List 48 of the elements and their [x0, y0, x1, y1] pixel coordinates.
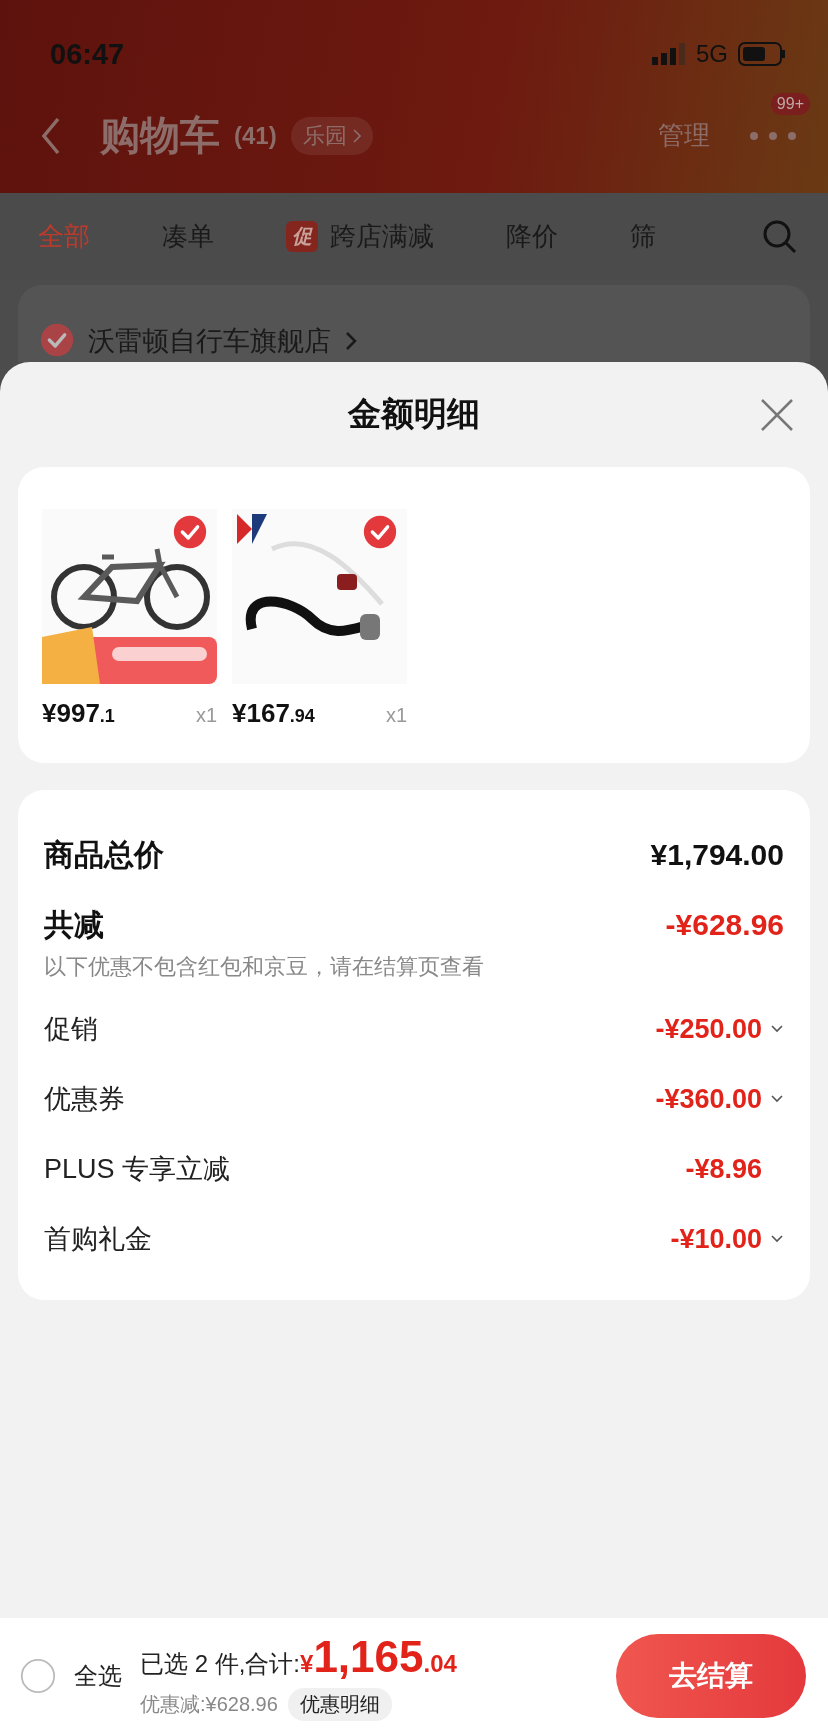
discount-detail-button[interactable]: 优惠明细: [287, 1687, 392, 1721]
checkbox[interactable]: [173, 515, 207, 549]
item-quantity: x1: [195, 704, 217, 727]
item-price: ¥167.94: [232, 698, 315, 729]
paradise-link[interactable]: 乐园: [290, 116, 373, 155]
promo-badge: 促: [286, 221, 318, 252]
discount-item-amount: -¥8.96: [685, 1153, 762, 1185]
total-amount: ¥1,794.00: [650, 838, 784, 872]
item-price: ¥997.1: [42, 698, 115, 729]
discount-amount: -¥628.96: [665, 908, 784, 942]
store-name[interactable]: 沃雷顿自行车旗舰店: [88, 323, 331, 359]
chevron-right-icon[interactable]: [345, 331, 357, 351]
manage-button[interactable]: 管理: [658, 118, 710, 153]
back-icon[interactable]: [40, 115, 62, 156]
discount-item-label: PLUS 专享立减: [44, 1153, 231, 1186]
page-title: 购物车: [100, 112, 220, 159]
checkbox[interactable]: [20, 1658, 56, 1694]
chevron-down-icon[interactable]: [770, 1094, 784, 1104]
select-all-label[interactable]: 全选: [74, 1660, 122, 1692]
chevron-down-icon[interactable]: [770, 1234, 784, 1244]
discount-note: 以下优惠不包含红包和京豆，请在结算页查看: [44, 953, 485, 981]
discount-item-amount: -¥10.00: [670, 1223, 762, 1255]
notification-badge: 99+: [770, 92, 810, 115]
discount-item-label: 优惠券: [44, 1083, 125, 1116]
total-label: 商品总价: [44, 836, 164, 873]
search-icon[interactable]: [762, 218, 798, 255]
cart-count: (41): [234, 121, 277, 150]
chevron-right-icon: [352, 128, 361, 143]
discount-label: 共减: [44, 906, 104, 943]
discount-item-amount: -¥250.00: [655, 1013, 762, 1045]
filter-tab[interactable]: 全部: [38, 219, 90, 254]
network-label: 5G: [696, 40, 728, 68]
discount-item-label: 首购礼金: [44, 1223, 152, 1256]
selected-summary: 已选 2 件,合计:: [140, 1648, 301, 1679]
checkbox[interactable]: [40, 323, 74, 357]
close-button[interactable]: [760, 398, 794, 432]
checkout-button[interactable]: 去结算: [616, 1634, 806, 1718]
item-quantity: x1: [385, 704, 407, 727]
discount-item-amount: -¥360.00: [655, 1083, 762, 1115]
status-time: 06:47: [50, 37, 125, 71]
signal-icon: [652, 43, 686, 65]
saved-amount: 优惠减:¥628.96: [140, 1691, 278, 1717]
checkbox[interactable]: [363, 515, 397, 549]
battery-icon: [738, 42, 786, 66]
discount-item-label: 促销: [44, 1013, 98, 1046]
sheet-title: 金额明细: [348, 394, 480, 434]
total-price: ¥1,165.04: [300, 1631, 457, 1682]
chevron-down-icon[interactable]: [770, 1024, 784, 1034]
